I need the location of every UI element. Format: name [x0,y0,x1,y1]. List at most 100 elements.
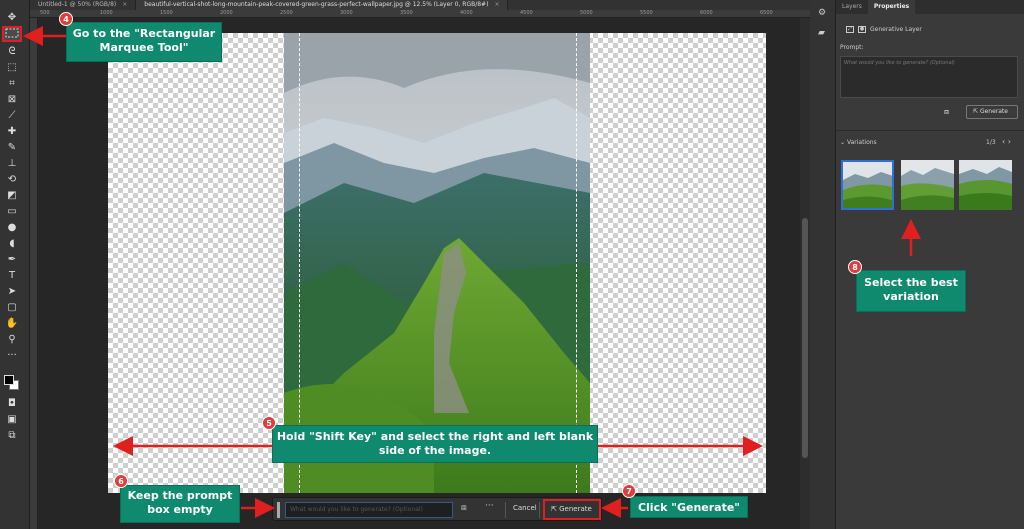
gradient-icon[interactable]: ▭ [5,206,19,218]
frame-icon[interactable]: ⊠ [5,94,19,106]
top-ruler: 500 1000 1500 2000 2500 3000 3500 4000 4… [30,10,810,18]
drag-handle[interactable] [277,502,280,518]
history-brush-icon[interactable]: ⟲ [5,174,19,186]
step-7-badge: 7 [622,484,636,498]
eyedropper-icon[interactable]: ⟋ [5,110,19,122]
ruler-label: 5000 [580,10,593,16]
ruler-label: 6500 [760,10,773,16]
generate-icon: ⇱ [551,505,557,513]
object-select-icon[interactable]: ⬚ [5,62,19,74]
quick-mask-icon[interactable]: ◘ [5,398,19,410]
step-5-badge: 5 [262,416,276,430]
share-icon[interactable]: ⧉ [5,430,19,442]
variation-thumbnail[interactable] [959,160,1012,210]
prompt-label: Prompt: [840,44,864,51]
properties-panel: Layers Properties ⤢ ● Generative Layer P… [836,0,1024,529]
eraser-icon[interactable]: ◩ [5,190,19,202]
prompt-input[interactable]: What would you like to generate? (Option… [285,502,453,518]
step-4-badge: 4 [59,12,73,26]
ruler-label: 1500 [160,10,173,16]
ruler-label: 3500 [400,10,413,16]
comments-icon[interactable]: ▰ [818,28,825,38]
ruler-label: 3000 [340,10,353,16]
crop-icon[interactable]: ⌗ [5,78,19,90]
more-tools-icon[interactable]: ··· [5,350,19,362]
type-icon[interactable]: T [5,270,19,282]
mask-icon: ● [858,26,866,33]
pen-icon[interactable]: ✒ [5,254,19,266]
tab-label: Untitled-1 @ 50% (RGB/8) [38,1,117,8]
generate-button[interactable]: ⇱ Generate [543,499,601,520]
step-7-callout: Click "Generate" [630,496,748,518]
generative-layer-row: ⤢ ● Generative Layer [846,26,922,33]
foreground-color-swatch[interactable] [4,375,14,385]
tab-layers[interactable]: Layers [836,0,868,14]
step-4-callout: Go to the "Rectangular Marquee Tool" [66,22,222,62]
generate-label: Generate [559,505,592,513]
variations-label: Variations [846,139,877,146]
blur-icon[interactable]: ● [5,222,19,234]
tab-properties[interactable]: Properties [867,0,916,14]
ruler-label: 5500 [640,10,653,16]
tools-panel: ✥ ᘓ ⬚ ⌗ ⊠ ⟋ ✚ ✎ ⊥ ⟲ ◩ ▭ ● ◖ ✒ T ➤ ▢ ✋ ⚲ … [0,0,30,529]
move-icon[interactable]: ✥ [5,12,19,24]
screen-mode-icon[interactable]: ▣ [5,414,19,426]
variations-header[interactable]: ⌄ Variations [840,139,877,146]
adjustments-icon[interactable]: ⚙ [818,8,826,18]
generate-label: Generate [979,108,1008,115]
tab-mountain-wallpaper[interactable]: beautiful-vertical-shot-long-mountain-pe… [136,0,509,10]
generate-icon: ⇱ [973,108,979,115]
rectangle-icon[interactable]: ▢ [5,302,19,314]
vertical-scrollbar[interactable] [800,18,810,529]
selection-marquee-right [576,33,577,493]
lasso-icon[interactable]: ᘓ [5,46,19,58]
cancel-button[interactable]: Cancel [513,504,537,512]
stamp-icon[interactable]: ⊥ [5,158,19,170]
brush-icon[interactable]: ✎ [5,142,19,154]
panel-icon-strip: ⚙ ▰ [810,0,836,529]
document-tabs: Untitled-1 @ 50% (RGB/8) × beautiful-vert… [30,0,810,10]
left-ruler [30,18,38,529]
image-icon[interactable]: ⧈ [461,503,467,513]
expand-icon[interactable]: ⤢ [846,26,854,33]
divider [836,130,1024,131]
variations-count: 1/3 [986,139,996,146]
layer-name: Generative Layer [870,26,922,33]
step-6-badge: 6 [114,474,128,488]
variation-thumbnail[interactable] [901,160,954,210]
mountain-photo [284,33,590,493]
path-select-icon[interactable]: ➤ [5,286,19,298]
tab-label: beautiful-vertical-shot-long-mountain-pe… [144,1,489,8]
panel-generate-button[interactable]: ⇱ Generate [966,105,1018,119]
variation-thumbnail[interactable] [841,160,894,210]
close-icon[interactable]: × [122,1,127,8]
zoom-icon[interactable]: ⚲ [5,334,19,346]
divider [539,502,540,518]
healing-icon[interactable]: ✚ [5,126,19,138]
step-5-callout: Hold "Shift Key" and select the right an… [272,425,598,463]
scroll-thumb[interactable] [802,218,808,458]
hand-icon[interactable]: ✋ [5,318,19,330]
reference-image-icon[interactable]: ⧈ [944,107,949,117]
more-options-icon[interactable]: ··· [485,501,494,511]
step-8-badge: 8 [848,260,862,274]
prompt-textarea[interactable]: What would you like to generate? (Option… [840,56,1018,98]
dodge-icon[interactable]: ◖ [5,238,19,250]
step-8-callout: Select the best variation [856,270,966,312]
rectangular-marquee-icon[interactable] [2,26,22,42]
close-icon[interactable]: × [494,1,499,8]
ruler-label: 1000 [100,10,113,16]
ruler-label: 500 [40,10,50,16]
selection-marquee-left [299,33,300,493]
variations-nav-icon[interactable]: ‹ › [1002,137,1011,146]
photoshop-window: ✥ ᘓ ⬚ ⌗ ⊠ ⟋ ✚ ✎ ⊥ ⟲ ◩ ▭ ● ◖ ✒ T ➤ ▢ ✋ ⚲ … [0,0,1024,529]
ruler-label: 2000 [220,10,233,16]
contextual-task-bar: What would you like to generate? (Option… [272,497,602,521]
divider [505,502,506,518]
step-6-callout: Keep the prompt box empty [120,485,240,523]
ruler-label: 2500 [280,10,293,16]
panel-tabs: Layers Properties [836,0,1024,14]
tab-untitled-1[interactable]: Untitled-1 @ 50% (RGB/8) × [30,0,137,10]
ruler-label: 4500 [520,10,533,16]
ruler-label: 4000 [460,10,473,16]
